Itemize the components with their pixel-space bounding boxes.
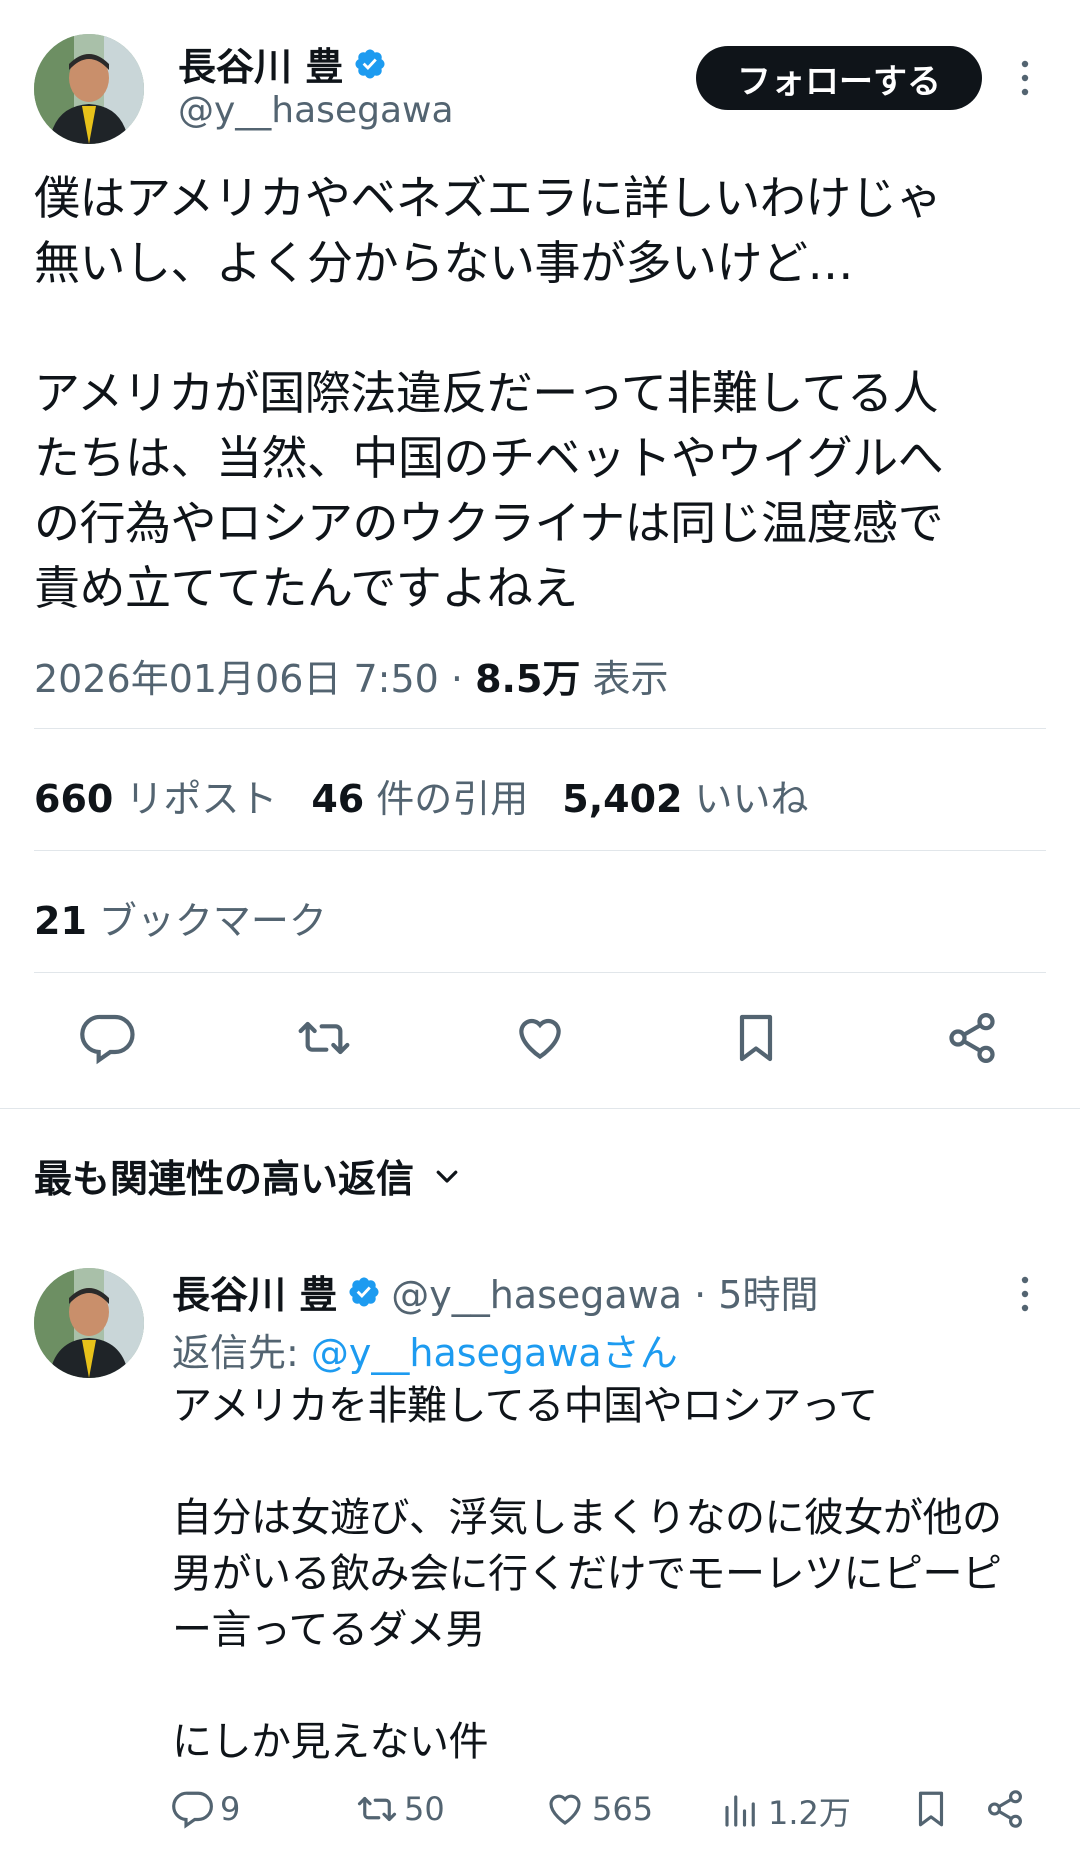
reply-text: アメリカを非難してる中国やロシアって 自分は女遊び、浮気しまくりなのに彼女が他の… [172, 1383, 1002, 1765]
like-icon [549, 1794, 581, 1825]
author-name-text[interactable]: 長谷川 豊 [178, 36, 343, 91]
author-name[interactable]: 長谷川 豊 [178, 36, 387, 91]
quotes-stat[interactable]: 46 件の引用 [311, 768, 528, 823]
views-label: 表示 [592, 657, 669, 701]
repost-icon[interactable] [296, 1010, 352, 1066]
views-count: 8.5万 [475, 657, 581, 701]
quotes-label: 件の引用 [376, 777, 529, 821]
reply-handle-time[interactable]: @y__hasegawa · 5時間 [391, 1264, 818, 1319]
reply-views-count: 1.2万 [768, 1794, 851, 1832]
divider [34, 728, 1046, 729]
like-icon[interactable] [512, 1010, 568, 1066]
more-options-icon[interactable] [1010, 56, 1040, 100]
bookmarks-count: 21 [34, 899, 87, 943]
reply-like-button[interactable]: 565 [544, 1788, 653, 1830]
tweet-text: 僕はアメリカやベネズエラに詳しいわけじゃ 無いし、よく分からない事が多いけど… … [34, 171, 944, 615]
views-chart-icon [725, 1795, 755, 1827]
bookmarks-stat[interactable]: 21 ブックマーク [34, 890, 327, 945]
divider [34, 972, 1046, 973]
reply-to-label: 返信先: [172, 1331, 311, 1375]
reposts-stat[interactable]: 660 リポスト [34, 768, 277, 823]
tweet-meta: 2026年01月06日 7:50 · 8.5万 表示 [34, 648, 669, 703]
tweet-header: 長谷川 豊 @y__hasegawa フォローする [0, 0, 1080, 150]
bookmark-icon [918, 1791, 944, 1827]
reply-likes-count: 565 [592, 1790, 654, 1828]
tweet-datetime[interactable]: 2026年01月06日 7:50 [34, 657, 439, 701]
share-icon [988, 1790, 1022, 1828]
reposts-count: 660 [34, 777, 114, 821]
reply-to-handle-link[interactable]: @y__hasegawaさん [311, 1331, 678, 1375]
reply-more-options-icon[interactable] [1010, 1272, 1040, 1316]
verified-badge-icon [355, 48, 385, 79]
reply-bookmark-button[interactable] [910, 1788, 952, 1830]
reply-repost-button[interactable]: 50 [356, 1788, 445, 1830]
engagement-stats: 660 リポスト 46 件の引用 5,402 いいね [34, 768, 808, 823]
author-avatar[interactable] [34, 34, 144, 144]
tweet-action-bar [34, 1010, 1046, 1070]
likes-count: 5,402 [562, 777, 683, 821]
reply-to-line: 返信先: @y__hasegawaさん [172, 1322, 678, 1377]
replies-sort-label: 最も関連性の高い返信 [34, 1157, 415, 1201]
reply-replies-count: 9 [220, 1790, 241, 1828]
quotes-count: 46 [311, 777, 365, 821]
bookmarks-label: ブックマーク [98, 899, 327, 943]
verified-badge-icon [349, 1276, 379, 1307]
reply-author-name[interactable]: 長谷川 豊 [172, 1264, 337, 1319]
reply-icon[interactable] [80, 1010, 136, 1066]
share-icon[interactable] [944, 1010, 1000, 1066]
follow-button[interactable]: フォローする [696, 46, 982, 110]
section-divider [0, 1108, 1080, 1109]
reply-reposts-count: 50 [404, 1790, 445, 1828]
reply-share-button[interactable] [984, 1788, 1026, 1830]
repost-icon [357, 1796, 397, 1822]
chevron-down-icon [436, 1170, 458, 1183]
author-handle[interactable]: @y__hasegawa [178, 90, 454, 131]
reply-action-bar: 9 50 565 1.2万 [172, 1788, 1032, 1838]
likes-stat[interactable]: 5,402 いいね [562, 768, 808, 823]
reply-views-button[interactable]: 1.2万 [720, 1788, 851, 1834]
reply-icon [172, 1791, 213, 1829]
reply-reply-button[interactable]: 9 [172, 1788, 240, 1830]
bookmark-icon[interactable] [728, 1010, 784, 1066]
meta-separator: · [450, 657, 464, 701]
likes-label: いいね [694, 777, 809, 821]
divider [34, 850, 1046, 851]
reply-header: 長谷川 豊 @y__hasegawa · 5時間 [172, 1264, 818, 1319]
reply-author-avatar[interactable] [34, 1268, 144, 1378]
reposts-label: リポスト [125, 777, 278, 821]
replies-sort-dropdown[interactable]: 最も関連性の高い返信 [34, 1148, 462, 1203]
